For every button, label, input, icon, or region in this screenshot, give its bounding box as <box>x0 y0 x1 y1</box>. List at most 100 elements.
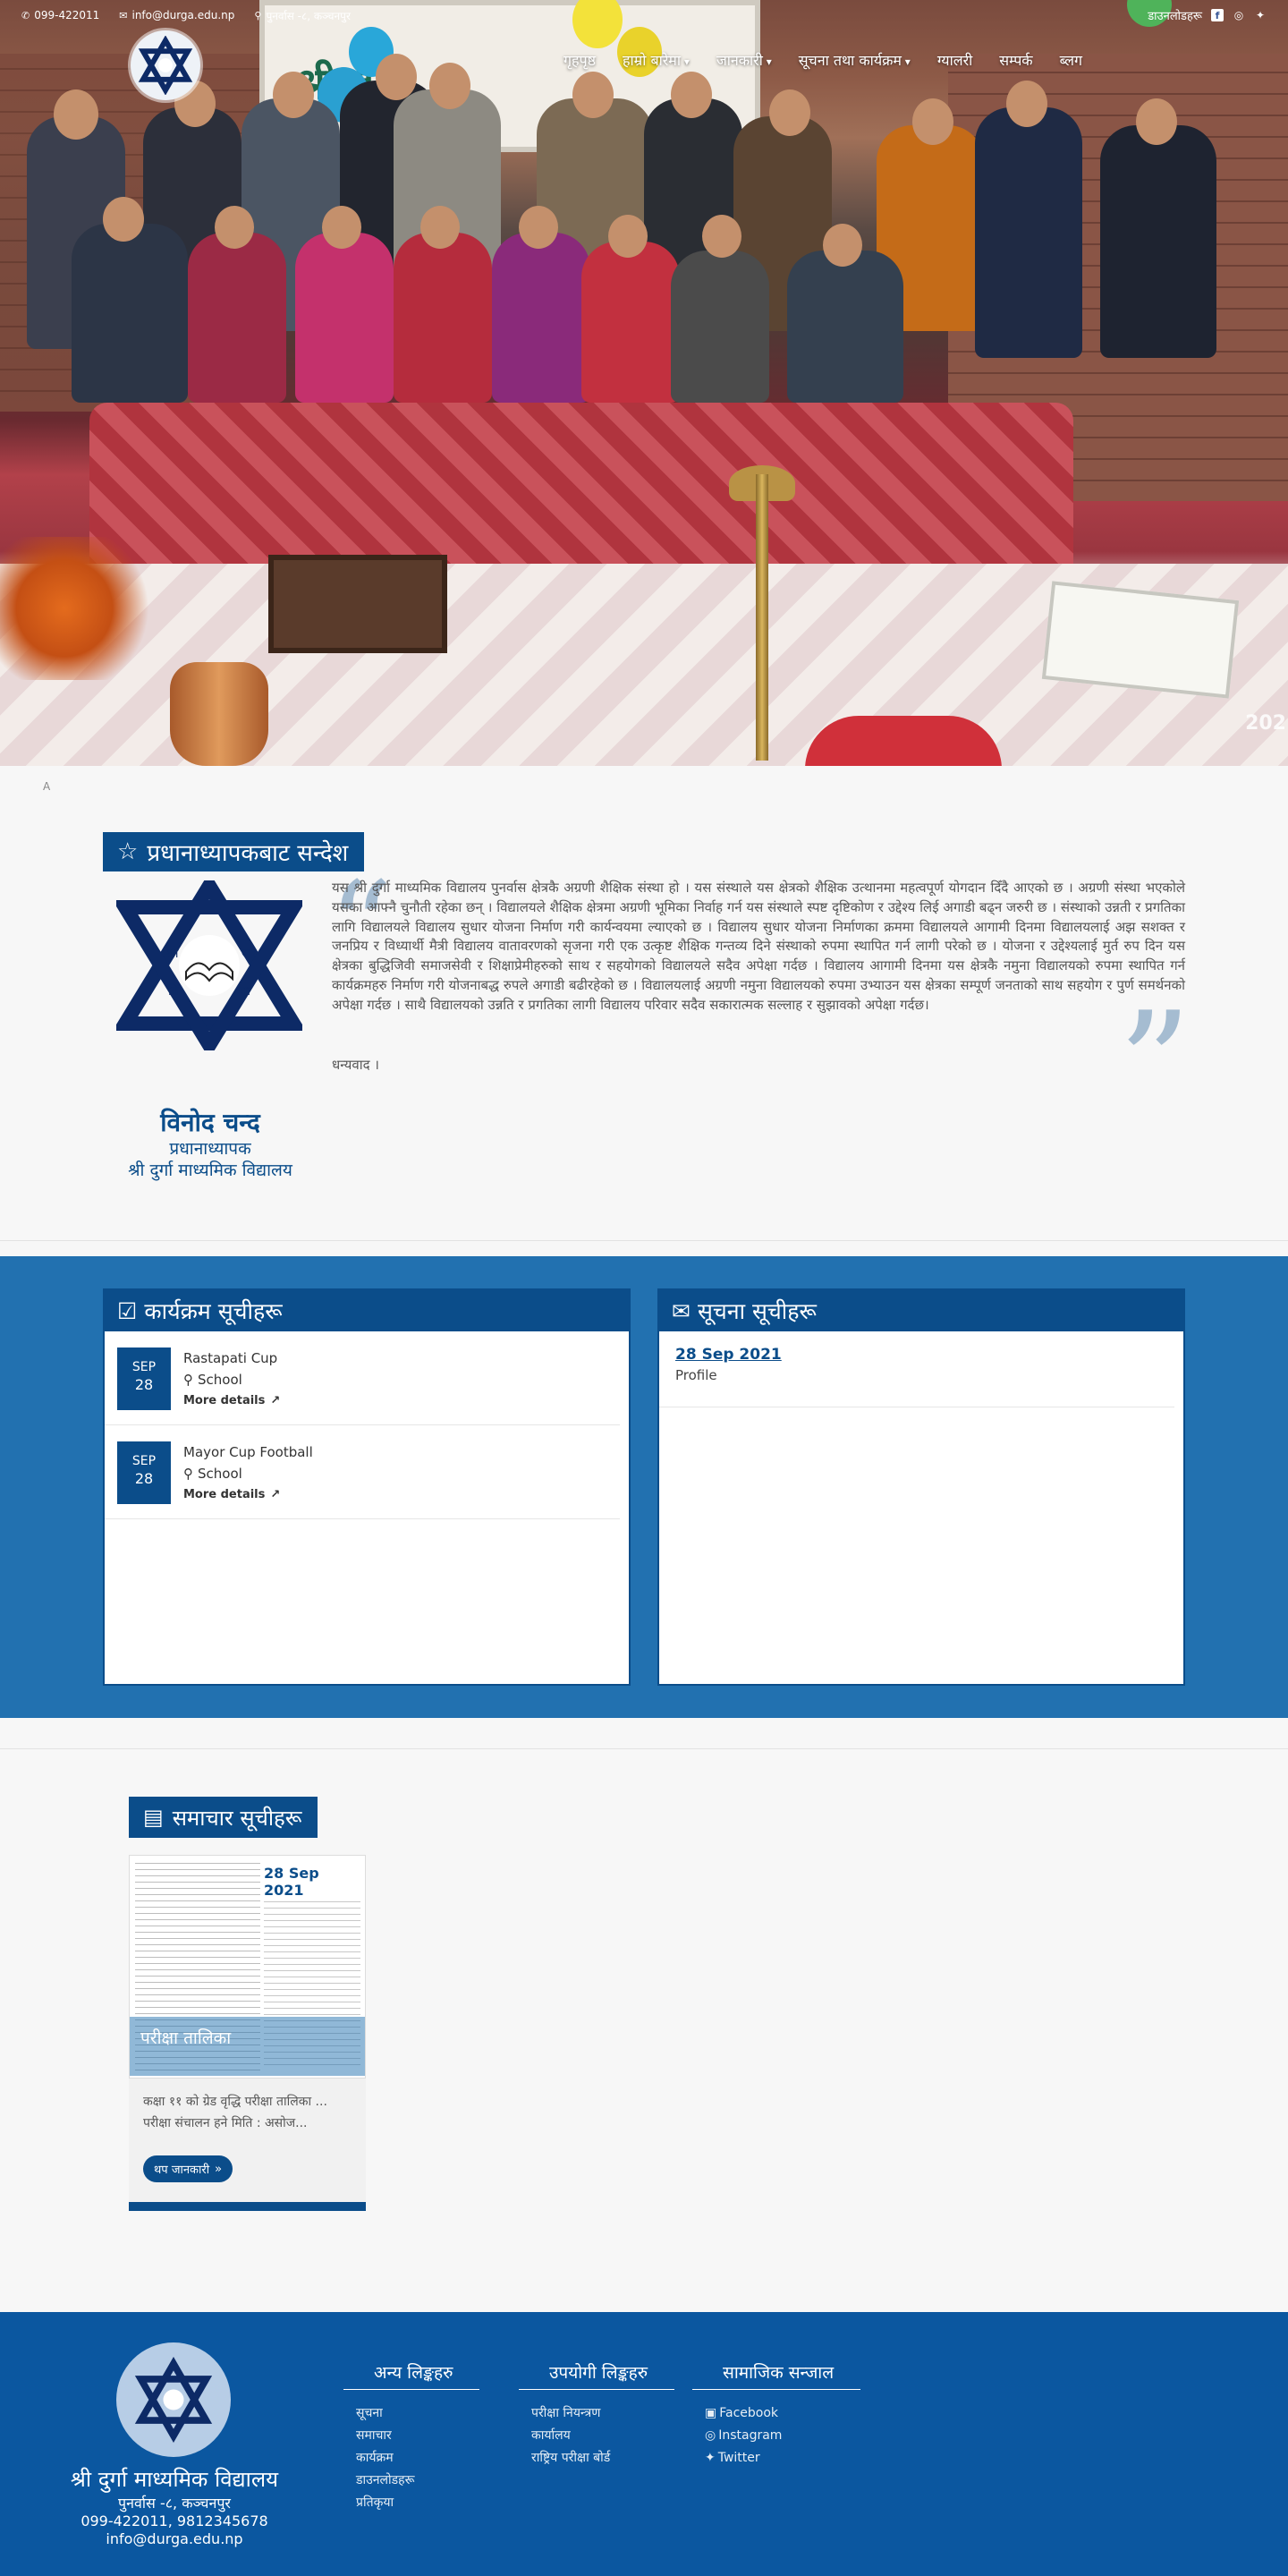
principal-message-body: यस श्री दुर्गा माध्यमिक विद्यालय पुनर्वा… <box>332 880 1185 1013</box>
topbar-address: ⚲ पुनर्वास -८, कञ्चनपुर <box>254 8 351 23</box>
star-of-david-icon <box>138 36 193 95</box>
footer-link[interactable]: डाउनलोडहरू <box>356 2470 479 2492</box>
event-day: 28 <box>134 1470 154 1487</box>
principal-name: विनोद चन्द <box>160 1108 260 1137</box>
footer-link[interactable]: सूचना <box>356 2402 479 2425</box>
nav-about[interactable]: हाम्रो बारेमा <box>623 50 690 70</box>
principal-message-title: ☆ प्रधानाध्यापकबाट सन्देश <box>103 832 365 871</box>
news-card: 28 Sep 2021 परीक्षा तालिका कक्षा ११ को ग… <box>129 1855 366 2211</box>
facebook-icon[interactable]: f <box>1211 9 1224 21</box>
footer-link[interactable]: राष्ट्रिय परीक्षा बोर्ड <box>531 2447 674 2470</box>
notice-title: Profile <box>675 1367 717 1383</box>
principal-message-title-text: प्रधानाध्यापकबाट सन्देश <box>147 840 349 867</box>
event-more-details-text: More details <box>183 1488 266 1501</box>
footer-social-title: सामाजिक सन्जाल <box>692 2360 861 2390</box>
hero-caption: A <box>43 780 51 793</box>
event-item: SEP 28 Rastapati Cup ⚲ School More detail… <box>105 1331 620 1425</box>
events-panel: ☑ कार्यक्रम सूचीहरू SEP 28 Rastapati Cup… <box>103 1288 631 1686</box>
hero-frame <box>268 555 447 653</box>
nav-notices-events[interactable]: सूचना तथा कार्यक्रम <box>799 50 911 70</box>
event-place-text: School <box>198 1466 242 1482</box>
event-more-details-link[interactable]: More details ↗ <box>183 1484 313 1506</box>
hero-book <box>1041 581 1240 699</box>
topbar-email[interactable]: ✉ info@durga.edu.np <box>119 9 234 21</box>
topbar-address-text: पुनर्वास -८, कञ्चनपुर <box>266 9 351 22</box>
notice-date-link[interactable]: 28 Sep 2021 <box>675 1346 782 1364</box>
topbar-phone[interactable]: ✆ 099-422011 <box>21 9 99 21</box>
event-more-details-link[interactable]: More details ↗ <box>183 1390 280 1412</box>
events-panel-title: कार्यक्रम सूचीहरू <box>144 1298 283 1324</box>
news-excerpt: कक्षा ११ को ग्रेड वृद्धि परीक्षा तालिका … <box>143 2091 358 2134</box>
news-section-title-text: समाचार सूचीहरू <box>172 1805 302 1831</box>
main-nav: गृहपृष्ठ हाम्रो बारेमा जानकारी सूचना तथा… <box>564 50 1082 70</box>
news-section-title: ▤ समाचार सूचीहरू <box>129 1797 318 1838</box>
footer-social: सामाजिक सन्जाल ▣ Facebook ◎ Instagram ✦ Twi… <box>692 2360 861 2470</box>
emblem-letter: मा <box>240 984 250 999</box>
event-date-badge: SEP 28 <box>117 1348 171 1410</box>
instagram-icon: ◎ <box>705 2428 716 2443</box>
news-excerpt-line: परीक्षा संचालन हने मिति : असोज... <box>143 2116 308 2130</box>
footer-social-label: Twitter <box>717 2451 760 2465</box>
footer-link[interactable]: समाचार <box>356 2425 479 2447</box>
news-read-more-text: थप जानकारी <box>154 2164 210 2177</box>
footer-school-name: श्री दुर्गा माध्यमिक विद्यालय <box>70 2467 279 2492</box>
notice-item: 28 Sep 2021 Profile <box>659 1331 1174 1407</box>
news-read-more-button[interactable]: थप जानकारी » <box>143 2155 233 2182</box>
footer-useful-links-title: उपयोगी लिङ्कहरु <box>519 2360 675 2390</box>
footer-social-twitter[interactable]: ✦ Twitter <box>705 2447 860 2470</box>
twitter-icon[interactable]: ✦ <box>1254 9 1267 21</box>
hero-people <box>0 54 1288 403</box>
event-item: SEP 28 Mayor Cup Football ⚲ School More d… <box>105 1425 620 1519</box>
hero-vase <box>170 662 268 766</box>
emblem-letter: श्री <box>166 946 179 961</box>
map-marker-icon: ⚲ <box>183 1372 193 1388</box>
double-chevron-right-icon: » <box>215 2162 223 2176</box>
topbar-email-text: info@durga.edu.np <box>131 9 235 21</box>
hero-photo: श्री दुर्गा <box>0 0 1288 766</box>
event-title: Rastapati Cup <box>183 1350 278 1366</box>
school-emblem: श्री स वि मा <box>116 880 302 1050</box>
principal-role: प्रधानाध्यापक <box>169 1139 251 1159</box>
emblem-letter: स <box>242 947 250 961</box>
footer-link[interactable]: कार्यक्रम <box>356 2447 479 2470</box>
footer-logo[interactable] <box>116 2342 231 2457</box>
event-date-badge: SEP 28 <box>117 1441 171 1504</box>
footer-email[interactable]: info@durga.edu.np <box>0 2530 349 2548</box>
star-of-david-icon <box>134 2357 213 2443</box>
event-place-text: School <box>198 1372 242 1388</box>
nav-home[interactable]: गृहपृष्ठ <box>564 50 596 70</box>
event-title: Mayor Cup Football <box>183 1444 313 1460</box>
map-marker-icon: ⚲ <box>183 1466 193 1482</box>
star-outline-icon: ☆ <box>117 838 139 865</box>
notices-panel: ✉ सूचना सूचीहरू 28 Sep 2021 Profile <box>657 1288 1185 1686</box>
nav-contact[interactable]: सम्पर्क <box>999 50 1032 70</box>
facebook-icon: ▣ <box>705 2406 717 2420</box>
nav-information[interactable]: जानकारी <box>716 50 772 70</box>
event-info: Mayor Cup Football ⚲ School More details ↗ <box>183 1441 313 1506</box>
footer-link[interactable]: कार्यालय <box>531 2425 674 2447</box>
external-link-icon: ↗ <box>270 1394 281 1407</box>
downloads-link[interactable]: डाउनलोडहरू <box>1148 7 1202 23</box>
hero-year-text: 202 <box>1245 712 1286 735</box>
hero-lamp <box>756 474 768 761</box>
footer-social-instagram[interactable]: ◎ Instagram <box>705 2425 860 2447</box>
site-logo[interactable] <box>131 30 200 100</box>
nav-gallery[interactable]: ग्यालरी <box>937 50 972 70</box>
section-divider <box>0 1748 1288 1749</box>
event-place: ⚲ School <box>183 1369 280 1390</box>
news-thumbnail[interactable]: 28 Sep 2021 परीक्षा तालिका <box>129 1855 366 2079</box>
nav-blog[interactable]: ब्लग <box>1060 50 1082 70</box>
event-month: SEP <box>131 1454 157 1468</box>
footer-social-facebook[interactable]: ▣ Facebook <box>705 2402 860 2425</box>
footer-link[interactable]: प्रतिकृया <box>356 2492 479 2514</box>
principal-message-thanks: धन्यवाद । <box>332 1057 379 1073</box>
notices-panel-header: ✉ सूचना सूचीहरू <box>659 1290 1183 1331</box>
external-link-icon: ↗ <box>270 1488 281 1501</box>
instagram-icon[interactable]: ◎ <box>1233 9 1245 21</box>
section-divider <box>0 1240 1288 1241</box>
mail-icon: ✉ <box>119 9 128 21</box>
footer-link[interactable]: परीक्षा नियन्त्रण <box>531 2402 674 2425</box>
news-excerpt-line: कक्षा ११ को ग्रेड वृद्धि परीक्षा तालिका … <box>143 2095 327 2109</box>
principal-info: विनोद चन्द प्रधानाध्यापक श्री दुर्गा माध… <box>103 1108 318 1181</box>
map-marker-icon: ⚲ <box>254 9 262 21</box>
